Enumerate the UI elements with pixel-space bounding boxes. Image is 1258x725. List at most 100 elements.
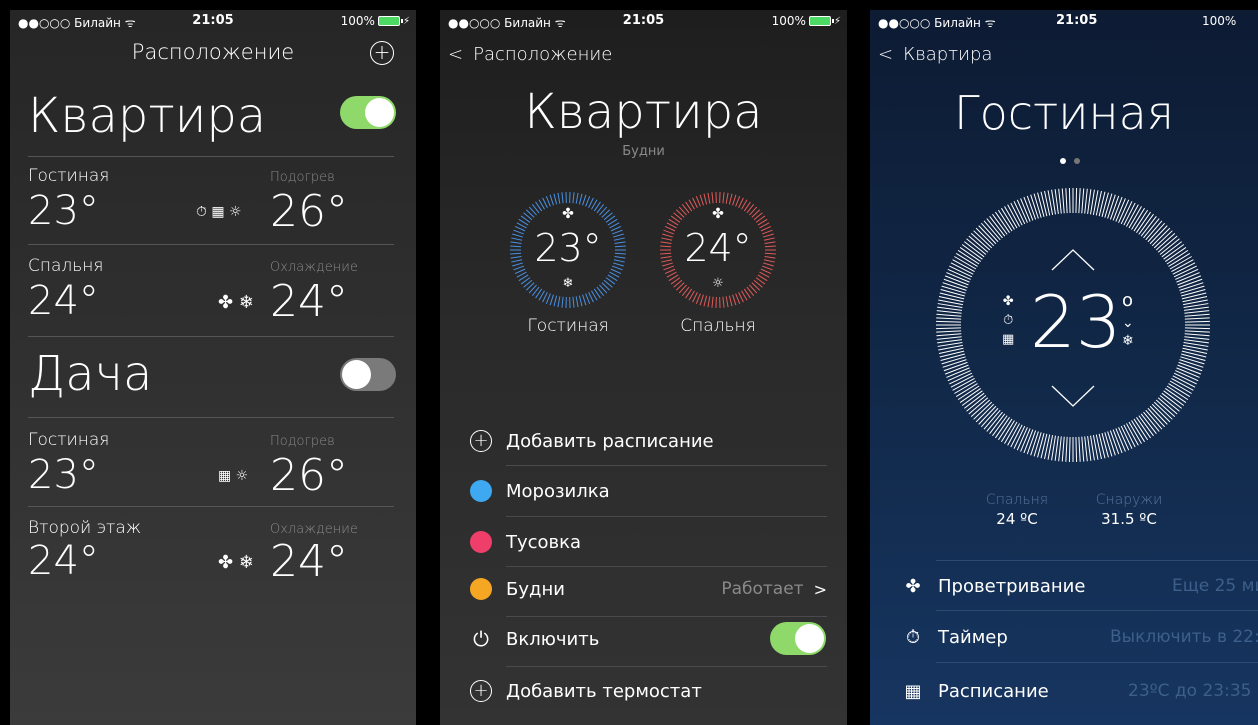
- stat-outside: Снаружи 31.5 ºC: [1084, 492, 1174, 528]
- status-bar: ●●○○○ Билайн ᯤ 21:05 100%: [870, 10, 1258, 32]
- room-dial[interactable]: ✤ 24° ☼: [658, 190, 778, 310]
- schedule-color-dot: [470, 531, 492, 553]
- timer-icon: ⏱: [1003, 313, 1014, 328]
- timer-icon: ⏱: [905, 626, 921, 648]
- schedule-item-freezer[interactable]: Морозилка: [470, 466, 827, 516]
- calendar-icon: ▦: [1002, 332, 1015, 347]
- battery-percent: 100%: [771, 14, 806, 28]
- room-name: Второй этаж: [28, 518, 142, 538]
- location-title: Квартира: [524, 84, 763, 140]
- room-status-icons: ✤ ❄: [218, 292, 254, 313]
- fan-icon: ✤: [1002, 294, 1014, 309]
- clock: 21:05: [1056, 13, 1098, 28]
- room-name: Гостиная: [28, 430, 110, 450]
- fan-icon: ✤: [562, 206, 574, 222]
- row-label: Таймер: [938, 626, 1008, 648]
- power-toggle[interactable]: [770, 622, 826, 655]
- location-detail-screen: ●●○○○ Билайн ᯤ 21:05 100% ⚡ < Расположение…: [440, 10, 847, 725]
- divider: [28, 506, 394, 507]
- sun-icon: ☼: [712, 276, 724, 291]
- power-icon: ⏻: [473, 627, 489, 651]
- location-toggle[interactable]: [340, 96, 396, 129]
- snowflake-icon: ❄: [562, 276, 574, 291]
- divider: [28, 244, 394, 245]
- schedule-item-weekdays[interactable]: Будни Работает >: [470, 564, 827, 614]
- row-value: Выключить в 22:30: [1110, 627, 1258, 647]
- schedule-item-party[interactable]: Тусовка: [470, 517, 827, 567]
- room-status-icons: ▦ ☼: [218, 468, 249, 484]
- divider: [28, 156, 394, 157]
- mode-icons: ✤ ⏱ ▦: [1002, 292, 1014, 349]
- target-temp: 24°: [270, 536, 348, 587]
- stat-value: 24 ºC: [996, 510, 1038, 528]
- battery-icon: [377, 16, 403, 26]
- chevron-right-icon: >: [813, 579, 827, 599]
- toggle-knob: [342, 360, 371, 389]
- row-label: Включить: [506, 628, 600, 650]
- current-temp: 23: [1030, 280, 1122, 364]
- chevron-left-icon: <: [448, 44, 464, 65]
- plus-circle-icon: +: [470, 680, 492, 702]
- dial-temp: 24°: [684, 226, 752, 270]
- toggle-knob: [365, 98, 394, 127]
- timer-row[interactable]: ⏱ Таймер Выключить в 22:30: [900, 612, 1258, 662]
- charging-icon: ⚡: [402, 15, 410, 27]
- page-indicator: [1060, 158, 1080, 164]
- mode-icons-right: ⌄ ❄: [1122, 314, 1134, 350]
- room-temp: 23°: [28, 188, 99, 234]
- schedule-color-dot: [470, 578, 492, 600]
- chevron-up-icon[interactable]: [1048, 244, 1098, 274]
- room-temp: 24°: [28, 278, 99, 324]
- location-toggle[interactable]: [340, 358, 396, 391]
- fan-icon: ✤: [905, 575, 921, 597]
- battery-percent: 100%: [340, 14, 375, 28]
- chevron-down-small-icon: ⌄: [1122, 315, 1134, 331]
- divider: [936, 662, 1258, 663]
- back-button[interactable]: < Расположение: [448, 44, 612, 65]
- thermostat-dial[interactable]: ✤ ⏱ ▦ 23 o ⌄ ❄: [934, 186, 1212, 464]
- active-schedule: Будни: [622, 144, 665, 159]
- degree-symbol: o: [1122, 290, 1134, 311]
- add-location-button[interactable]: +: [370, 41, 394, 65]
- row-label: Морозилка: [506, 480, 610, 502]
- mode-label: Подогрев: [270, 170, 335, 185]
- chevron-left-icon: <: [878, 44, 894, 65]
- row-label: Проветривание: [938, 575, 1086, 597]
- mode-label: Охлаждение: [270, 260, 358, 275]
- page-dot-active: [1060, 158, 1066, 164]
- battery-percent: 100%: [1202, 14, 1237, 28]
- mode-label: Охлаждение: [270, 522, 358, 537]
- charging-icon: ⚡: [833, 15, 841, 27]
- schedule-color-dot: [470, 480, 492, 502]
- divider: [28, 417, 394, 418]
- room-temp: 24°: [28, 538, 99, 584]
- locations-screen: ●●○○○ Билайн ᯤ 21:05 100% ⚡ Расположение …: [10, 10, 416, 725]
- room-dial[interactable]: ✤ 23° ❄: [508, 190, 628, 310]
- room-detail-screen: ●●○○○ Билайн ᯤ 21:05 100% < Квартира Гост…: [870, 10, 1258, 725]
- battery-status: 100% ⚡: [772, 14, 841, 28]
- status-bar: ●●○○○ Билайн ᯤ 21:05 100% ⚡: [440, 10, 847, 32]
- back-button[interactable]: < Квартира: [878, 44, 992, 65]
- row-value: Еще 25 мин.: [1172, 576, 1258, 596]
- room-temp: 23°: [28, 452, 99, 498]
- status-bar: ●●○○○ Билайн ᯤ 21:05 100% ⚡: [10, 10, 416, 32]
- battery-status: 100% ⚡: [341, 14, 410, 28]
- location-title: Квартира: [28, 88, 267, 144]
- battery-icon: [808, 16, 834, 26]
- row-value: 23ºC до 23:35: [1128, 681, 1252, 701]
- ventilation-row[interactable]: ✤ Проветривание Еще 25 мин.: [900, 561, 1258, 611]
- row-label: Добавить термостат: [506, 680, 702, 702]
- room-status-icons: ⏱ ▦ ☼: [196, 204, 242, 220]
- add-thermostat-button[interactable]: + Добавить термостат: [470, 666, 827, 716]
- page-title: Расположение: [131, 40, 295, 64]
- back-label: Расположение: [473, 44, 613, 65]
- stat-bedroom: Спальня 24 ºC: [982, 492, 1052, 528]
- chevron-down-icon[interactable]: [1048, 382, 1098, 412]
- stat-label: Снаружи: [1095, 492, 1163, 508]
- dial-temp: 23°: [534, 226, 602, 270]
- wifi-icon: ᯤ: [984, 16, 996, 30]
- target-temp: 26°: [270, 186, 348, 237]
- plus-circle-icon: +: [470, 430, 492, 452]
- schedule-row[interactable]: ▦ Расписание 23ºC до 23:35: [900, 666, 1258, 716]
- add-schedule-button[interactable]: + Добавить расписание: [470, 416, 827, 466]
